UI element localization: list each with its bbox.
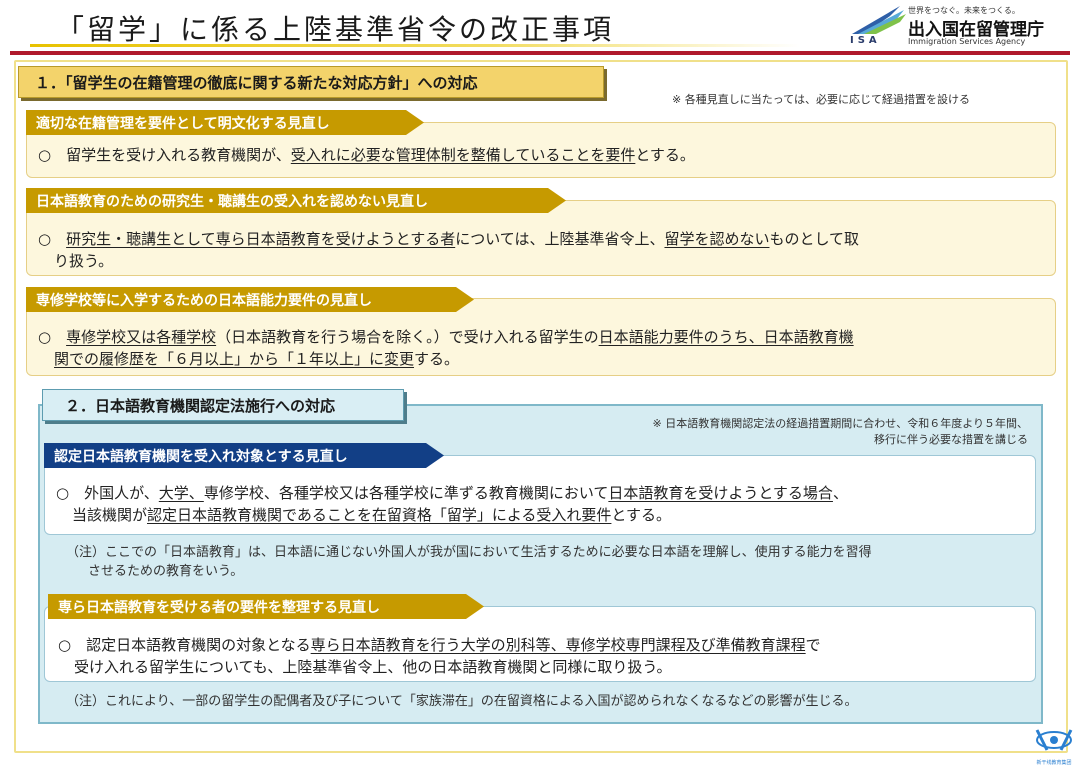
watermark-logo: 新干线教育集团 [1031,726,1077,766]
underlined-text: 日本語能力要件のうち、日本語教育機 [598,328,854,346]
isa-logo: ISA 世界をつなぐ。未来をつくる。 出入国在留管理庁 Immigration … [850,4,1070,50]
underlined-text: 日本語教育を受けようとする場合 [608,484,833,502]
underlined-text: 留学を認めない [664,230,770,248]
section2-note-line2: 移行に伴う必要な措置を講じる [874,433,1028,446]
section2-note-line1: ※ 日本語教育機関認定法の経過措置期間に合わせ、令和６年度より５年間、 [652,417,1029,430]
section2-item2-tab: 専ら日本語教育を受ける者の要件を整理する見直し [48,594,484,619]
section2-item2-text: ○ 認定日本語教育機関の対象となる専ら日本語教育を行う大学の別科等、専修学校専門… [58,634,1033,678]
section1-heading: １．「留学生の在籍管理の徹底に関する新たな対応方針」への対応 [18,66,604,98]
text-line: 関での履修歴を「６月以上」から「１年以上」に変更する。 [38,348,1050,370]
section2-heading: ２．日本語教育機関認定法施行への対応 [42,389,404,421]
underlined-text: 認定日本語教育機関であることを在留資格「留学」による受入れ要件 [147,506,612,524]
section2-note: ※ 日本語教育機関認定法の経過措置期間に合わせ、令和６年度より５年間、 移行に伴… [653,416,1029,448]
watermark-text: 新干线教育集团 [1036,760,1072,766]
text-part: とする。 [611,506,671,524]
text-part: 専修学校、各種学校又は各種学校に準ずる教育機関において [203,484,609,502]
header-divider [10,51,1070,55]
text-part: で [805,636,821,654]
section1-item1-text: ○ 留学生を受け入れる教育機関が、受入れに必要な管理体制を整備していることを要件… [38,144,1048,166]
text-line: 当該機関が認定日本語教育機関であることを在留資格「留学」による受入れ要件とする。 [56,504,1031,526]
text-part: ○ [38,230,67,248]
underlined-text: 大学、 [158,484,204,502]
logo-acronym: ISA [850,35,881,46]
page-title: 「留学」に係る上陸基準省令の改正事項 [56,13,615,46]
section2-item1-footnote: （注）ここでの「日本語教育」は、日本語に通じない外国人が我が国において生活するた… [66,543,1036,581]
underlined-text: 関での履修歴を「６月以上」から「１年以上」に変更 [54,350,415,368]
underlined-text: 研究生・聴講生として専ら日本語教育を受けようとする者 [66,230,456,248]
section1-item2-text: ○ 研究生・聴講生として専ら日本語教育を受けようとする者については、上陸基準省令… [38,228,1050,272]
underlined-text: 専修学校又は各種学校 [66,328,217,346]
text-part: する。 [414,350,460,368]
logo-name-en: Immigration Services Agency [908,37,1026,46]
text-part: ものとして取 [769,230,860,248]
section2-item1-tab: 認定日本語教育機関を受入れ対象とする見直し [44,443,444,468]
text-part: り扱う。 [54,252,114,270]
header: 「留学」に係る上陸基準省令の改正事項 ISA 世界をつなぐ。未来をつくる。 出入… [0,0,1080,56]
section1-item1-tab: 適切な在籍管理を要件として明文化する見直し [26,110,424,135]
section1-item3-text: ○ 専修学校又は各種学校（日本語教育を行う場合を除く。）で受け入れる留学生の日本… [38,326,1050,370]
section1-item3-tab: 専修学校等に入学するための日本語能力要件の見直し [26,287,474,312]
text-part: 、 [832,484,848,502]
watermark-mark-icon [1035,729,1073,751]
section1-note: ※ 各種見直しに当たっては、必要に応じて経過措置を設ける [672,93,970,106]
underlined-text: 受入れに必要な管理体制を整備していることを要件 [290,146,636,164]
title-underline [30,44,800,47]
footnote-line2: させるための教育をいう。 [88,564,244,579]
underlined-text: 専ら日本語教育を行う大学の別科等、専修学校専門課程及び準備教育課程 [310,636,806,654]
section2-item2-footnote: （注）これにより、一部の留学生の配偶者及び子について「家族滞在」の在留資格による… [66,694,858,709]
text-part: 当該機関が [72,506,148,524]
text-part: ○ 外国人が、 [56,484,159,502]
footnote-line1: （注）ここでの「日本語教育」は、日本語に通じない外国人が我が国において生活するた… [66,545,872,560]
text-part: については、上陸基準省令上、 [455,230,665,248]
section2-item1-text: ○ 外国人が、大学、専修学校、各種学校又は各種学校に準ずる教育機関において日本語… [56,482,1031,526]
section1-item2-tab: 日本語教育のための研究生・聴講生の受入れを認めない見直し [26,188,566,213]
text-part: 受け入れる留学生についても、上陸基準省令上、他の日本語教育機関と同様に取り扱う。 [74,658,672,676]
text-part: ○ 認定日本語教育機関の対象となる [58,636,311,654]
text-part: （日本語教育を行う場合を除く。）で受け入れる留学生の [216,328,599,346]
text-part: ○ [38,328,67,346]
text-part: とする。 [635,146,695,164]
text-part: ○ 留学生を受け入れる教育機関が、 [38,146,291,164]
